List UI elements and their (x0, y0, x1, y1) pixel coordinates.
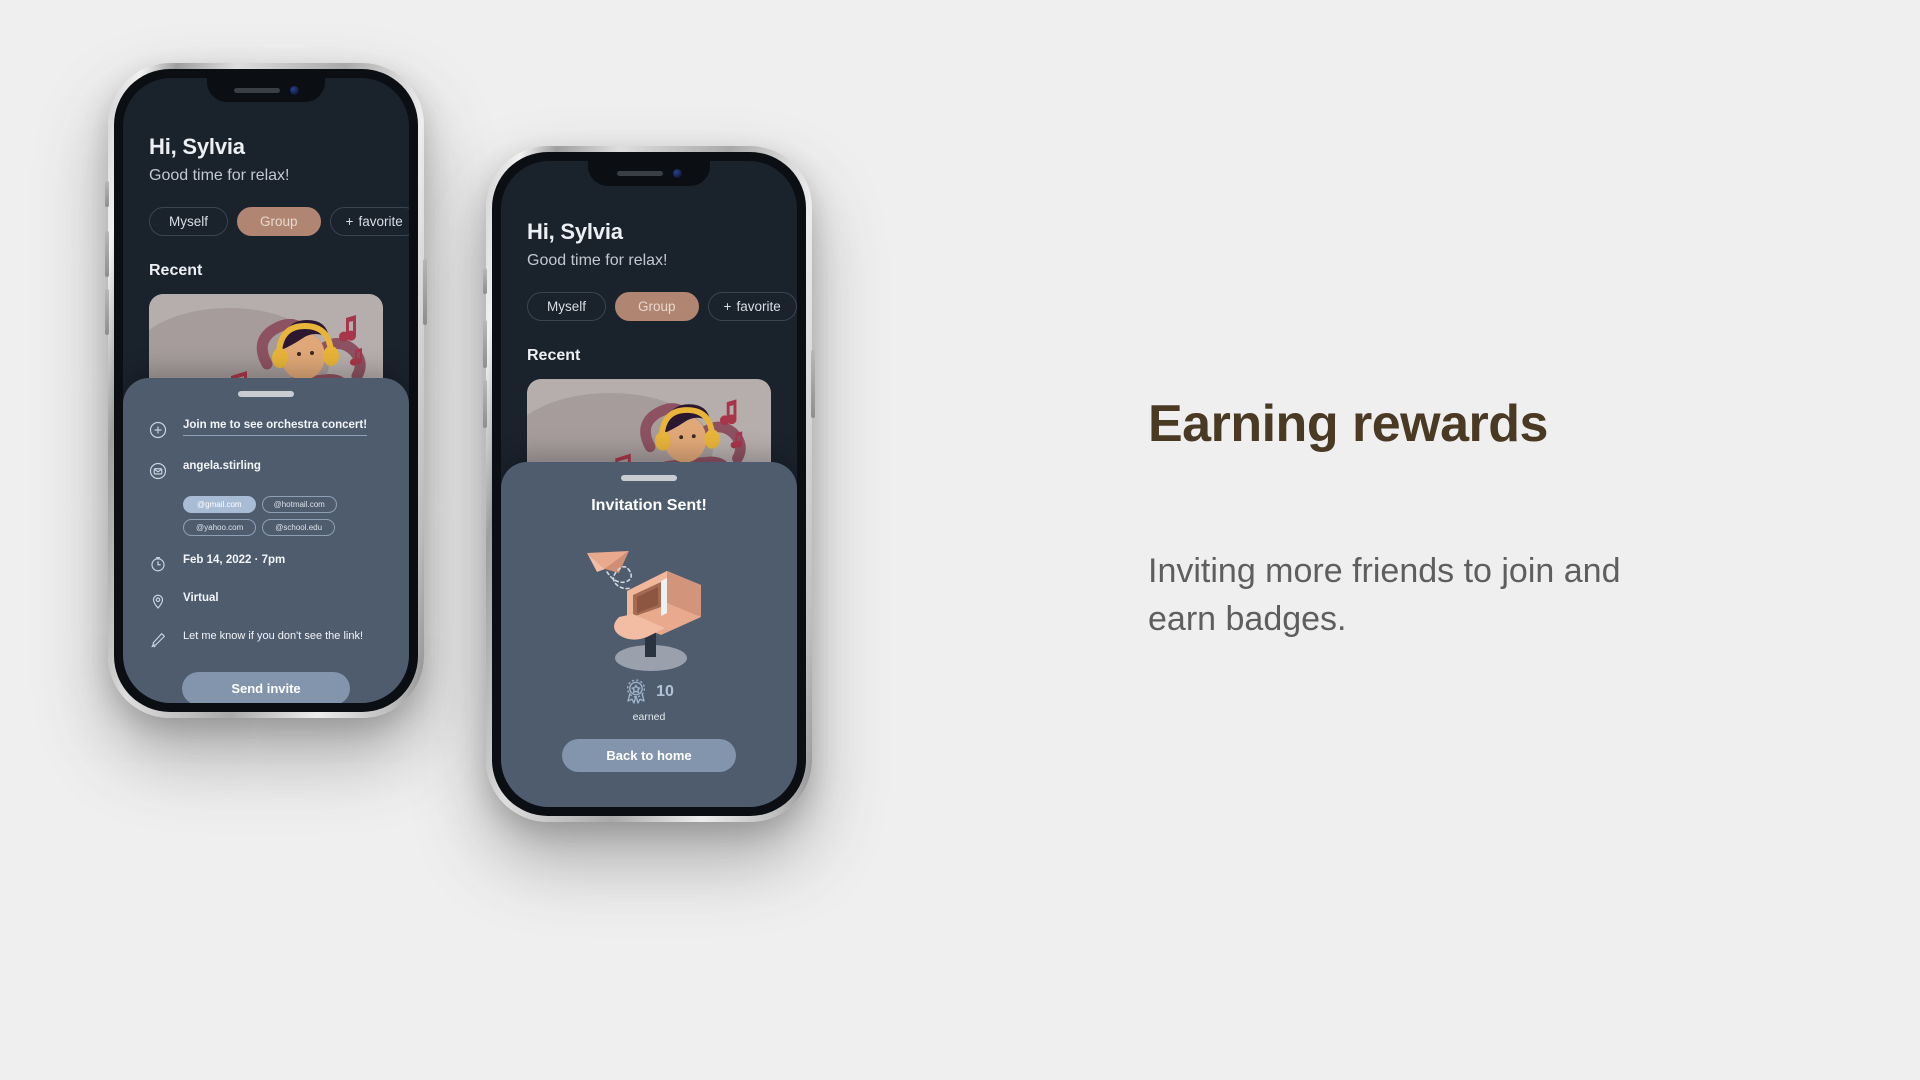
phone2-bezel: Hi, Sylvia Good time for relax! Myself G… (492, 152, 806, 816)
mailbox-illustration (549, 525, 749, 675)
front-camera-icon (289, 85, 299, 95)
domain-chip-school[interactable]: @school.edu (262, 519, 336, 536)
invite-datetime-value: Feb 14, 2022 · 7pm (183, 554, 286, 566)
invite-datetime-row[interactable]: Feb 14, 2022 · 7pm (123, 554, 409, 574)
pin-icon (145, 592, 171, 612)
invite-email-row[interactable]: angela.stirling (123, 460, 409, 482)
badge-icon (624, 679, 648, 705)
phone2-power-button (811, 350, 815, 418)
chip-group-label: Group (638, 299, 676, 314)
invite-note-row[interactable]: Let me know if you don't see the link! (123, 630, 409, 650)
plus-circle-icon (145, 419, 171, 441)
domain-chip-group: @gmail.com @hotmail.com @yahoo.com @scho… (161, 496, 376, 536)
domain-chip-school-label: @school.edu (275, 523, 323, 532)
greeting-title: Hi, Sylvia (527, 219, 623, 244)
sheet-grabber-handle[interactable] (238, 391, 294, 397)
phone1-screen: Hi, Sylvia Good time for relax! Myself G… (123, 78, 409, 703)
phone1-bezel: Hi, Sylvia Good time for relax! Myself G… (114, 69, 418, 712)
phone2-notch (588, 161, 710, 186)
chip-group[interactable]: Group (237, 207, 321, 236)
front-camera-icon (672, 169, 682, 178)
reward-badge-row: 10 (501, 679, 797, 705)
phone-device-back: Hi, Sylvia Good time for relax! Myself G… (105, 63, 427, 718)
greeting-subtitle: Good time for relax! (527, 252, 668, 269)
chip-group-label: Group (260, 214, 298, 229)
phone1-notch (207, 78, 325, 102)
invite-location-value: Virtual (183, 592, 219, 604)
invite-title-row[interactable]: Join me to see orchestra concert! (123, 419, 409, 441)
plus-icon: + (345, 214, 354, 229)
pencil-icon (145, 630, 171, 650)
invite-title-value: Join me to see orchestra concert! (183, 419, 368, 436)
envelope-icon (145, 460, 171, 482)
phone2-screen: Hi, Sylvia Good time for relax! Myself G… (501, 161, 797, 807)
phone2-bottom-sheet: Invitation Sent! 10 earned Back to home (501, 462, 797, 807)
canvas: Hi, Sylvia Good time for relax! Myself G… (0, 0, 1920, 1080)
phone2-filter-chips: Myself Group + favorite (501, 292, 797, 321)
domain-chip-gmail-label: @gmail.com (197, 500, 242, 509)
greeting-subtitle: Good time for relax! (149, 167, 290, 184)
mailbox-with-paper-plane-icon (587, 551, 701, 671)
domain-chip-yahoo-label: @yahoo.com (196, 523, 244, 532)
clock-icon (145, 554, 171, 574)
back-to-home-button[interactable]: Back to home (562, 739, 736, 772)
chip-myself-label: Myself (169, 214, 209, 229)
phone1-filter-chips: Myself Group + favorite (123, 207, 409, 236)
section-title-recent: Recent (527, 347, 581, 364)
reward-caption: earned (632, 711, 666, 723)
invite-location-row[interactable]: Virtual (123, 592, 409, 612)
phone2-mute-switch (483, 268, 487, 294)
phone1-mute-switch (105, 181, 109, 207)
phone-device-front: Hi, Sylvia Good time for relax! Myself G… (483, 146, 815, 822)
chip-myself-label: Myself (547, 299, 587, 314)
invite-email-value: angela.stirling (183, 460, 261, 472)
invite-note-value: Let me know if you don't see the link! (183, 630, 364, 642)
chip-favorite[interactable]: + favorite (329, 207, 409, 236)
chip-favorite[interactable]: + favorite (707, 292, 797, 321)
phone1-power-button (423, 259, 427, 325)
panel-heading: Earning rewards (1148, 395, 1548, 453)
chip-favorite-label: favorite (736, 299, 781, 314)
domain-chip-yahoo[interactable]: @yahoo.com (183, 519, 257, 536)
chip-favorite-label: favorite (358, 214, 403, 229)
chip-myself[interactable]: Myself (149, 207, 229, 236)
domain-chip-gmail[interactable]: @gmail.com (183, 496, 256, 513)
sheet-grabber-handle[interactable] (621, 475, 677, 481)
panel-body: Inviting more friends to join and earn b… (1148, 552, 1621, 639)
domain-chip-hotmail-label: @hotmail.com (273, 500, 325, 509)
earpiece-speaker (233, 87, 280, 93)
marketing-panel: Earning rewards Inviting more friends to… (1148, 395, 1788, 644)
phone1-bottom-sheet: Join me to see orchestra concert! angela… (123, 378, 409, 703)
chip-group[interactable]: Group (615, 292, 699, 321)
phone2-volume-down (483, 380, 487, 428)
greeting-title: Hi, Sylvia (149, 134, 245, 159)
phone1-volume-down (105, 289, 109, 335)
phone1-volume-up (105, 231, 109, 277)
chip-myself[interactable]: Myself (527, 292, 607, 321)
phone2-volume-up (483, 320, 487, 368)
domain-chip-hotmail[interactable]: @hotmail.com (261, 496, 337, 513)
earpiece-speaker (616, 171, 663, 176)
plus-icon: + (723, 299, 732, 314)
invitation-sent-title: Invitation Sent! (591, 497, 707, 514)
section-title-recent: Recent (149, 262, 203, 279)
reward-count: 10 (656, 683, 674, 700)
send-invite-button[interactable]: Send invite (182, 672, 350, 703)
